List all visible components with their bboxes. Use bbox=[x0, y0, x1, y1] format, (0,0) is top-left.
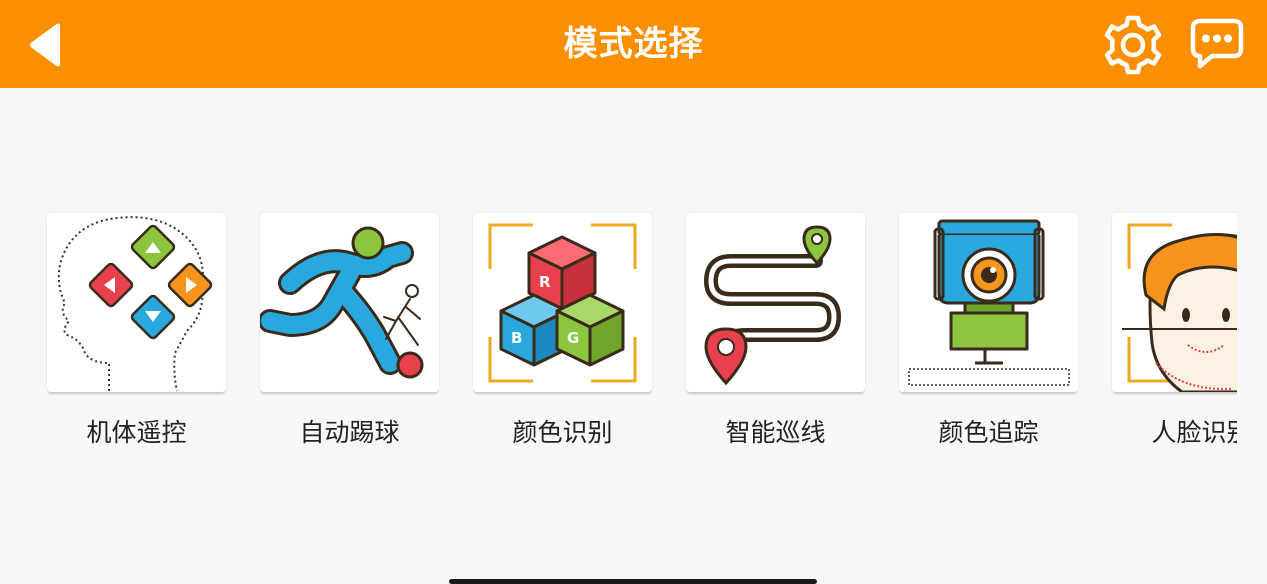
mode-tile bbox=[1112, 213, 1237, 392]
mode-tile bbox=[899, 213, 1078, 392]
cube-letter-r: R bbox=[539, 273, 551, 291]
line-path-icon bbox=[704, 225, 841, 386]
home-indicator bbox=[449, 579, 817, 584]
mode-tile: R B G bbox=[473, 213, 652, 392]
mode-tile bbox=[260, 213, 439, 392]
camera-tracking-icon bbox=[908, 219, 1070, 386]
rgb-cubes-icon: R B G bbox=[488, 223, 637, 383]
back-arrow-icon bbox=[30, 23, 60, 67]
chat-bubble-icon bbox=[1190, 18, 1244, 69]
cube-letter-b: B bbox=[511, 329, 522, 347]
mode-label: 机体遥控 bbox=[86, 418, 187, 447]
chat-button[interactable] bbox=[1190, 18, 1244, 70]
cube-letter-g: G bbox=[567, 329, 579, 347]
settings-button[interactable] bbox=[1102, 14, 1164, 76]
top-bar: 模式选择 bbox=[0, 0, 1267, 88]
back-button[interactable] bbox=[26, 22, 68, 68]
mode-list: 机体遥控 自动踢球 R B G 颜色识别 智能巡线 颜色追踪 人脸识 bbox=[0, 200, 1237, 490]
mode-label: 颜色追踪 bbox=[938, 418, 1039, 447]
mode-label: 颜色识别 bbox=[512, 418, 613, 447]
mode-label: 人脸识别 bbox=[1151, 418, 1237, 447]
gear-icon bbox=[1104, 15, 1162, 75]
mode-tile bbox=[47, 213, 226, 392]
mode-label: 自动踢球 bbox=[299, 418, 400, 447]
face-recognition-icon bbox=[1122, 223, 1237, 392]
page-title: 模式选择 bbox=[563, 24, 704, 64]
mode-label: 智能巡线 bbox=[725, 418, 826, 447]
mode-tile bbox=[686, 213, 865, 392]
kick-ball-icon bbox=[260, 226, 424, 379]
head-dpad-icon bbox=[57, 216, 213, 392]
